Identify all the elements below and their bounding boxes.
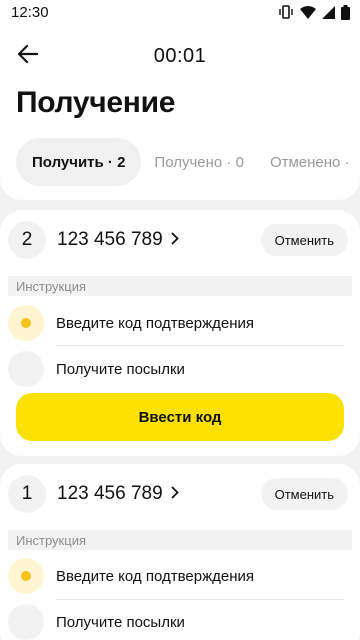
order-phone: 123 456 789 [57, 229, 163, 250]
order-header: 2 123 456 789 Отменить [8, 221, 348, 259]
tab-cancelled[interactable]: Отменено · [257, 138, 360, 186]
status-icons [278, 4, 350, 20]
step-receive: Получите посылки [8, 347, 344, 391]
tabs: Получить · 2 Получено · 0 Отменено · [16, 138, 360, 186]
page-title: Получение [16, 86, 176, 119]
order-number-badge: 1 [8, 475, 46, 513]
step-enter-code: Введите код подтверждения [8, 301, 344, 345]
status-time: 12:30 [11, 3, 49, 21]
arrow-left-icon [17, 44, 39, 68]
instruction-label: Инструкция [8, 530, 352, 550]
vibrate-icon [278, 5, 294, 19]
order-card: 1 123 456 789 Отменить Инструкция Введит… [0, 464, 360, 640]
status-bar: 12:30 [0, 0, 360, 24]
order-header: 1 123 456 789 Отменить [8, 475, 348, 513]
step-divider [56, 345, 344, 346]
back-button[interactable] [12, 40, 44, 72]
chevron-right-icon [171, 229, 179, 251]
top-panel: 12:30 00:01 Получение Получить · 2 Получ… [0, 0, 360, 200]
order-number-badge: 2 [8, 221, 46, 259]
step-current-indicator [8, 305, 44, 341]
step-text: Введите код подтверждения [56, 314, 254, 332]
battery-icon [341, 4, 350, 20]
step-current-indicator [8, 558, 44, 594]
timer: 00:01 [153, 44, 207, 67]
cancel-button[interactable]: Отменить [260, 478, 348, 510]
enter-code-button[interactable]: Ввести код [16, 393, 344, 441]
tab-to-receive[interactable]: Получить · 2 [16, 138, 142, 186]
step-receive: Получите посылки [8, 600, 344, 640]
instruction-label: Инструкция [8, 276, 352, 296]
step-text: Введите код подтверждения [56, 567, 254, 585]
step-text: Получите посылки [56, 360, 185, 378]
chevron-right-icon [171, 483, 179, 505]
step-indicator [8, 351, 44, 387]
step-enter-code: Введите код подтверждения [8, 554, 344, 598]
order-phone: 123 456 789 [57, 483, 163, 504]
tab-received[interactable]: Получено · 0 [141, 138, 257, 186]
wifi-icon [300, 5, 316, 19]
signal-icon [322, 5, 335, 19]
cancel-button[interactable]: Отменить [260, 224, 348, 256]
order-phone-link[interactable]: 123 456 789 [57, 229, 179, 251]
header: 00:01 [0, 36, 360, 76]
order-card: 2 123 456 789 Отменить Инструкция Введит… [0, 210, 360, 456]
step-text: Получите посылки [56, 613, 185, 631]
step-indicator [8, 604, 44, 640]
order-phone-link[interactable]: 123 456 789 [57, 483, 179, 505]
